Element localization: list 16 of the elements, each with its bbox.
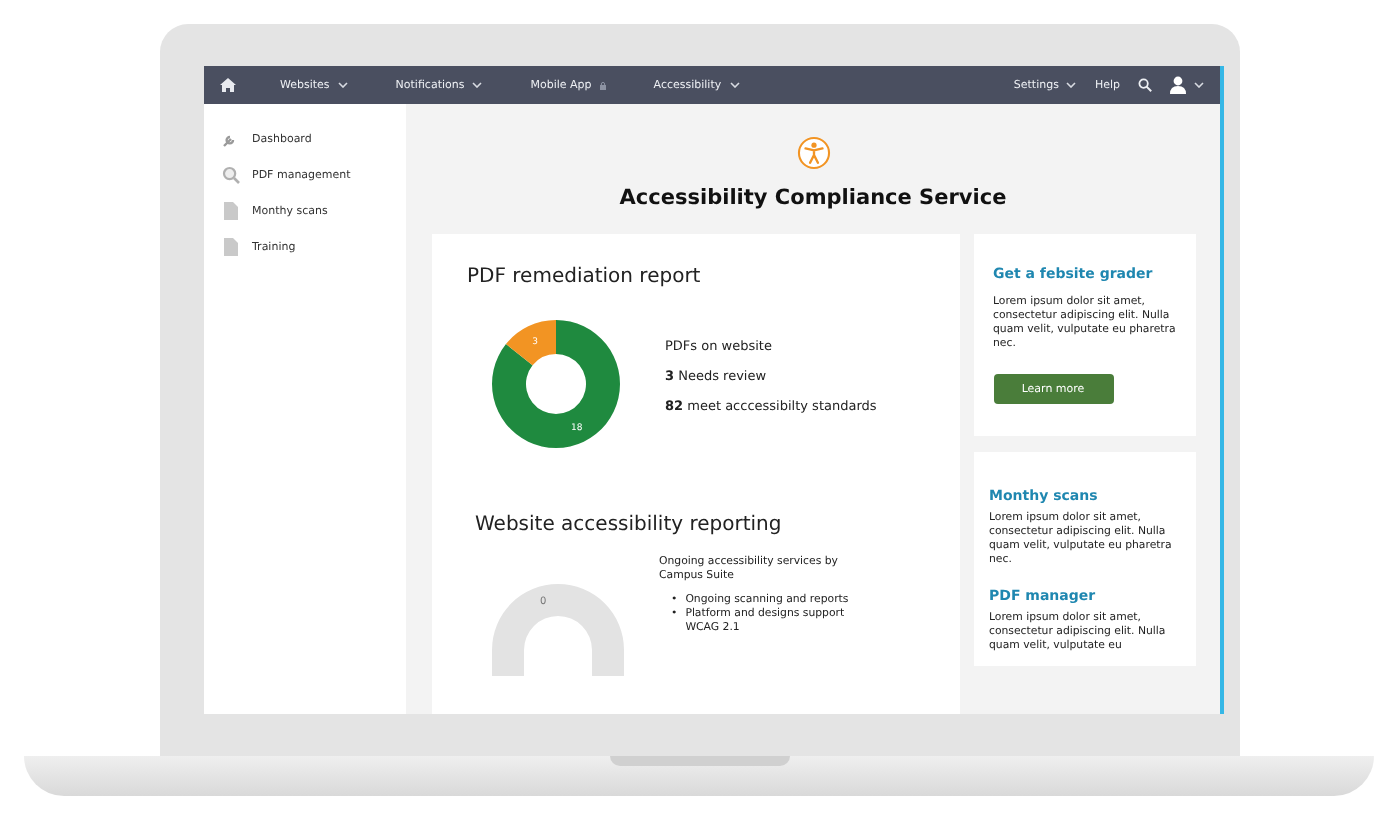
home-icon[interactable] xyxy=(220,78,236,92)
wrench-icon xyxy=(222,132,238,148)
magnifier-icon xyxy=(221,166,239,184)
caret-icon xyxy=(472,82,483,88)
search-icon[interactable] xyxy=(1138,78,1152,92)
donut-drawing xyxy=(491,584,623,676)
page-title: Accessibility Compliance Service xyxy=(619,186,1007,210)
caret-icon xyxy=(337,82,348,88)
lock-icon xyxy=(599,81,606,89)
card-title: Website accessibility reporting xyxy=(475,514,784,536)
user-icon xyxy=(1170,76,1186,94)
caret-icon xyxy=(1194,82,1204,88)
caret-icon xyxy=(729,82,740,88)
user-menu[interactable] xyxy=(1170,76,1204,94)
card-title: PDF remediation report xyxy=(467,266,703,288)
caret-icon xyxy=(1066,82,1077,88)
